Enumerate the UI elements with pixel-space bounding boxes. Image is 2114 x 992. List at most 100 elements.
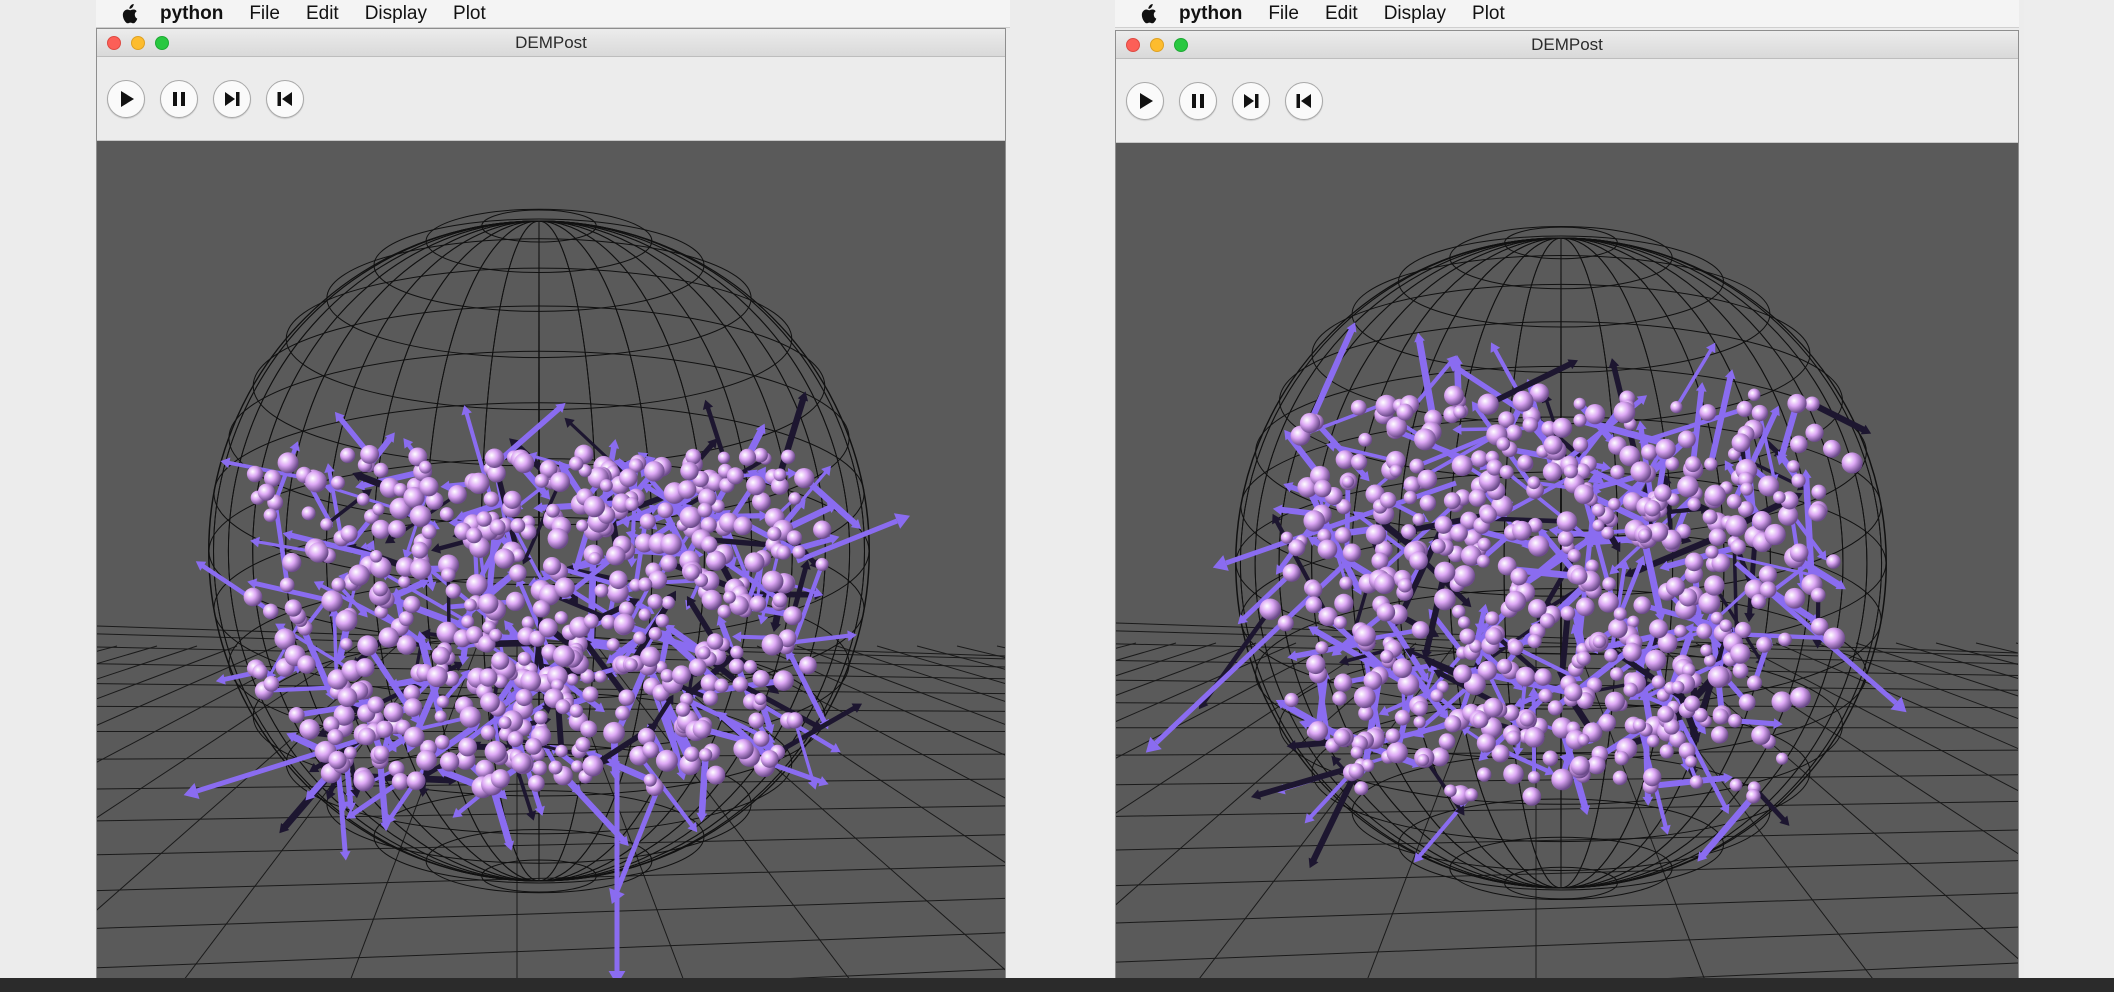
particle: [301, 506, 316, 521]
particle: [1684, 552, 1704, 572]
menu-plot[interactable]: Plot: [1472, 3, 1505, 25]
menu-display[interactable]: Display: [1384, 3, 1446, 25]
particle: [383, 702, 404, 723]
pause-button[interactable]: [1179, 81, 1217, 120]
particle: [1773, 491, 1786, 504]
3d-viewport[interactable]: [1116, 143, 2018, 983]
particle: [648, 627, 663, 641]
particle: [701, 589, 723, 611]
close-button[interactable]: [1126, 38, 1140, 52]
particle: [798, 656, 817, 675]
particle: [1699, 404, 1717, 421]
play-button[interactable]: [1126, 81, 1164, 120]
particle: [1708, 528, 1727, 547]
particle: [1712, 708, 1729, 725]
menu-edit[interactable]: Edit: [1325, 3, 1358, 25]
particle: [335, 609, 358, 632]
velocity-arrowhead: [1286, 740, 1297, 751]
particle: [717, 604, 732, 619]
particle: [813, 520, 832, 539]
step-forward-button[interactable]: [1232, 81, 1270, 120]
menu-file[interactable]: File: [1268, 3, 1299, 25]
particle: [532, 760, 548, 776]
particle: [1394, 709, 1411, 726]
zoom-button[interactable]: [1174, 38, 1188, 52]
particle: [1671, 680, 1685, 694]
particle: [760, 750, 779, 768]
particle: [555, 699, 571, 715]
particle: [554, 611, 568, 625]
particle: [1332, 691, 1347, 706]
particle: [603, 721, 625, 744]
step-forward-button[interactable]: [213, 79, 251, 118]
menu-app-name[interactable]: python: [1179, 3, 1242, 25]
rewind-button[interactable]: [266, 79, 304, 118]
close-button[interactable]: [107, 36, 121, 50]
particle: [403, 726, 425, 748]
rewind-button[interactable]: [1285, 81, 1323, 120]
particle: [484, 448, 505, 469]
particle: [1507, 639, 1524, 656]
particle: [1374, 573, 1395, 594]
velocity-arrow: [1559, 610, 1571, 676]
rewind-icon: [1296, 93, 1311, 108]
particle: [1572, 437, 1589, 453]
play-button[interactable]: [107, 79, 145, 118]
particle: [263, 675, 280, 692]
particle: [1575, 597, 1595, 617]
menu-app-name[interactable]: python: [160, 3, 223, 25]
particle: [348, 564, 370, 586]
particle: [1416, 753, 1430, 767]
particle: [503, 490, 522, 509]
particle: [1303, 510, 1325, 532]
particle: [728, 658, 745, 675]
particle: [1496, 437, 1511, 451]
particle: [426, 665, 448, 688]
menu-edit[interactable]: Edit: [306, 3, 339, 25]
particle: [692, 719, 712, 739]
particle: [515, 688, 533, 707]
particle: [299, 718, 320, 740]
particle: [510, 518, 526, 534]
particle: [1651, 675, 1666, 689]
particle: [1333, 673, 1353, 692]
3d-viewport[interactable]: [97, 141, 1005, 989]
particle: [1412, 700, 1428, 717]
menu-display[interactable]: Display: [365, 3, 427, 25]
particle: [1444, 784, 1457, 798]
apple-icon[interactable]: [120, 3, 142, 25]
menu-file[interactable]: File: [249, 3, 280, 25]
particle: [1613, 607, 1627, 621]
particle: [555, 744, 568, 758]
particle: [1622, 642, 1642, 662]
particle: [1339, 576, 1353, 590]
menu-plot[interactable]: Plot: [453, 3, 486, 25]
zoom-button[interactable]: [155, 36, 169, 50]
particle: [356, 492, 370, 506]
pause-button[interactable]: [160, 79, 198, 118]
minimize-button[interactable]: [131, 36, 145, 50]
particle: [1342, 543, 1362, 562]
particle: [732, 676, 749, 693]
apple-icon[interactable]: [1139, 3, 1161, 25]
particle: [660, 533, 682, 555]
particle: [398, 575, 411, 589]
particle: [772, 592, 788, 608]
velocity-arrowhead: [1548, 525, 1559, 537]
particle: [517, 651, 532, 666]
velocity-arrowhead: [440, 480, 450, 492]
particle: [305, 470, 327, 493]
velocity-arrowhead: [1744, 612, 1755, 623]
particle: [1670, 400, 1683, 414]
minimize-button[interactable]: [1150, 38, 1164, 52]
particle: [1483, 697, 1504, 718]
particle: [1703, 654, 1717, 667]
particle: [1841, 452, 1863, 474]
particle: [391, 772, 409, 791]
particle: [1476, 554, 1490, 568]
particle: [583, 613, 599, 629]
play-icon: [121, 90, 134, 107]
particle: [714, 678, 729, 693]
particle: [1350, 399, 1367, 416]
particle: [1654, 484, 1672, 502]
